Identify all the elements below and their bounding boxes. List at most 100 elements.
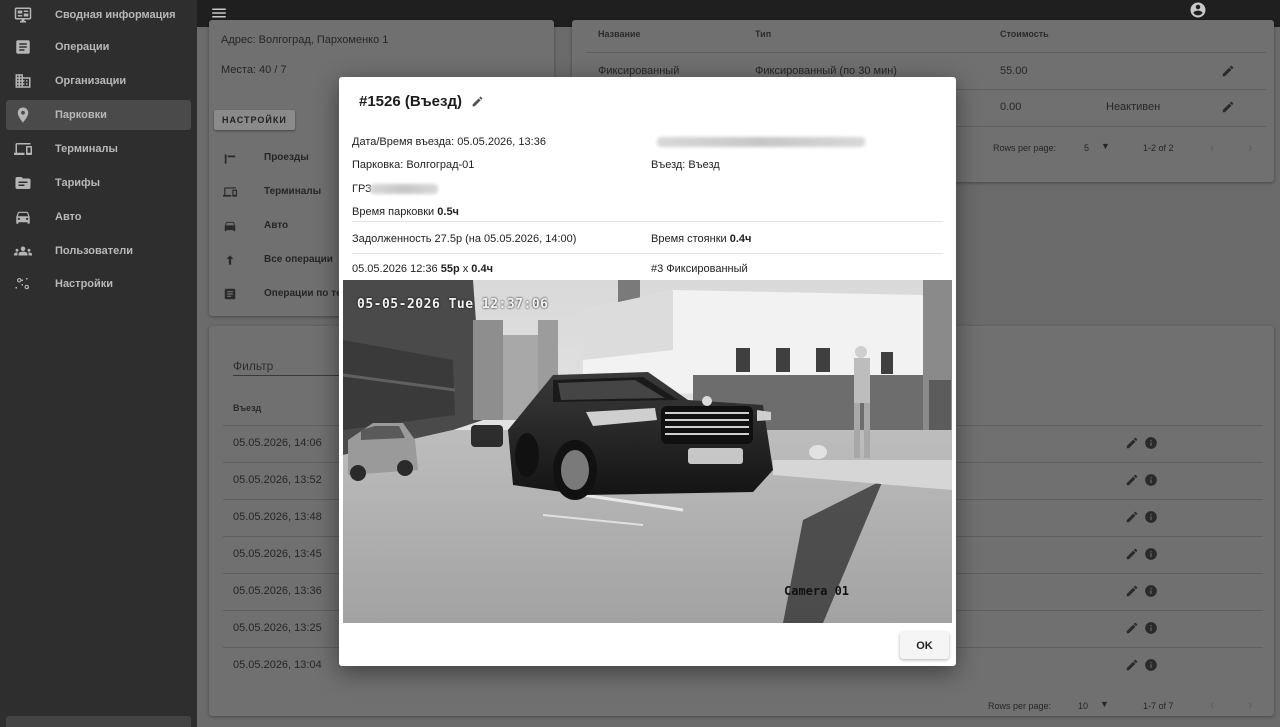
sidebar-item-settings[interactable]: Настройки xyxy=(6,269,191,299)
redacted-plate xyxy=(370,184,438,194)
parking-time: Время парковки 0.5ч xyxy=(352,206,459,218)
pagination-range: 1-7 of 7 xyxy=(1143,701,1174,711)
camera-image xyxy=(343,280,952,623)
info-icon[interactable] xyxy=(1144,436,1157,449)
pencil-icon[interactable] xyxy=(1221,100,1235,114)
tariff-name: Фиксированный xyxy=(598,65,680,77)
camera-timestamp: 05-05-2026 Tue 12:37:06 xyxy=(357,297,549,312)
operation-entry-time: 05.05.2026, 13:48 xyxy=(233,511,322,523)
rows-per-page-select[interactable]: 5 xyxy=(1084,143,1089,153)
settings-link-terminals[interactable]: Терминалы xyxy=(264,186,321,197)
divider xyxy=(586,52,1266,53)
pencil-icon[interactable] xyxy=(1125,584,1138,597)
next-page-icon[interactable]: › xyxy=(1248,140,1252,155)
divider xyxy=(352,253,943,254)
settings-link-passes[interactable]: Проезды xyxy=(264,152,309,163)
plate-label: ГРЗ xyxy=(352,183,372,195)
sidebar-item-label: Пользователи xyxy=(55,245,134,257)
sidebar-item-label: Операции xyxy=(55,41,110,53)
operation-dialog: #1526 (Въезд) Дата/Время въезда: 05.05.2… xyxy=(339,77,956,666)
account-icon[interactable] xyxy=(1189,1,1207,19)
arrow-up-icon xyxy=(223,253,237,267)
sidebar-item-label: Сводная информация xyxy=(55,9,176,21)
prev-page-icon[interactable]: ‹ xyxy=(1210,697,1214,712)
sidebar-item-dashboard[interactable]: Сводная информация xyxy=(6,0,191,30)
operation-entry-time: 05.05.2026, 13:52 xyxy=(233,474,322,486)
sidebar-item-label: Тарифы xyxy=(55,177,101,189)
chevron-down-icon[interactable]: ▼ xyxy=(1100,699,1109,709)
settings-link-terminal-operations[interactable]: Операции по те xyxy=(264,288,342,299)
sidebar-item-parkings[interactable]: Парковки xyxy=(6,100,191,130)
operation-entry-time: 05.05.2026, 13:36 xyxy=(233,585,322,597)
tariff-cost: 0.00 xyxy=(1000,101,1022,113)
info-icon[interactable] xyxy=(1144,473,1157,486)
filter-underline xyxy=(233,375,339,376)
redacted-id xyxy=(657,137,865,147)
tariff-type: Фиксированный (по 30 мин) xyxy=(755,65,897,77)
devices-icon xyxy=(14,140,32,158)
pagination-range: 1-2 of 2 xyxy=(1143,143,1174,153)
info-icon[interactable] xyxy=(1144,658,1157,671)
sidebar-item-cars[interactable]: Авто xyxy=(6,202,191,232)
camera-label: Camera 01 xyxy=(784,584,850,598)
charge-multiplier: х xyxy=(462,263,469,275)
sidebar: Сводная информация Операции Организации … xyxy=(0,0,197,727)
sidebar-footer xyxy=(6,716,191,727)
settings-link-all-operations[interactable]: Все операции xyxy=(264,254,333,265)
pencil-icon[interactable] xyxy=(1125,473,1138,486)
charge-duration: 0.4ч xyxy=(471,263,493,275)
sidebar-item-label: Терминалы xyxy=(55,143,118,155)
info-icon[interactable] xyxy=(1144,510,1157,523)
column-header-cost: Стоимость xyxy=(1000,29,1049,39)
sidebar-item-label: Настройки xyxy=(55,278,114,290)
dashboard-icon xyxy=(14,6,32,24)
column-header-name: Название xyxy=(598,29,641,39)
info-icon[interactable] xyxy=(1144,584,1157,597)
folder-icon xyxy=(14,174,32,192)
charge-datetime: 05.05.2026 12:36 xyxy=(352,263,438,275)
operation-entry-time: 05.05.2026, 13:25 xyxy=(233,622,322,634)
tariff-cost: 55.00 xyxy=(1000,65,1028,77)
dialog-title: #1526 (Въезд) xyxy=(359,93,462,110)
sidebar-item-organizations[interactable]: Организации xyxy=(6,66,191,96)
pencil-icon[interactable] xyxy=(1125,547,1138,560)
next-page-icon[interactable]: › xyxy=(1248,697,1252,712)
sidebar-item-tariffs[interactable]: Тарифы xyxy=(6,168,191,198)
ok-button[interactable]: OK xyxy=(900,632,949,659)
rows-per-page-select[interactable]: 10 xyxy=(1078,701,1088,711)
parking-places: Места: 40 / 7 xyxy=(221,64,287,76)
filter-input[interactable]: Фильтр xyxy=(233,359,273,373)
pencil-icon[interactable] xyxy=(471,95,484,108)
sidebar-item-label: Авто xyxy=(55,211,82,223)
info-icon[interactable] xyxy=(1144,621,1157,634)
stay-time: Время стоянки 0.4ч xyxy=(651,233,751,245)
settings-icon xyxy=(14,275,32,293)
chevron-down-icon[interactable]: ▼ xyxy=(1101,141,1110,151)
tariff-name: #3 Фиксированный xyxy=(651,263,748,275)
operation-entry-time: 05.05.2026, 13:45 xyxy=(233,548,322,560)
list-icon xyxy=(14,38,32,56)
pencil-icon[interactable] xyxy=(1125,510,1138,523)
pencil-icon[interactable] xyxy=(1125,436,1138,449)
prev-page-icon[interactable]: ‹ xyxy=(1210,140,1214,155)
rows-per-page-label: Rows per page: xyxy=(993,143,1057,153)
sidebar-item-users[interactable]: Пользователи xyxy=(6,236,191,266)
pencil-icon[interactable] xyxy=(1125,621,1138,634)
info-icon[interactable] xyxy=(1144,547,1157,560)
pencil-icon[interactable] xyxy=(1221,64,1235,78)
barrier-icon xyxy=(223,152,237,166)
operation-entry-time: 05.05.2026, 13:04 xyxy=(233,659,322,671)
list-icon xyxy=(223,287,237,301)
debt-info: Задолженность 27.5р (на 05.05.2026, 14:0… xyxy=(352,233,577,245)
sidebar-item-terminals[interactable]: Терминалы xyxy=(6,134,191,164)
car-icon xyxy=(14,208,32,226)
pencil-icon[interactable] xyxy=(1125,658,1138,671)
settings-link-cars[interactable]: Авто xyxy=(264,220,288,231)
car-icon xyxy=(223,219,237,233)
column-header-entry: Въезд xyxy=(233,403,262,413)
parking-time-label: Время парковки xyxy=(352,206,435,218)
sidebar-item-operations[interactable]: Операции xyxy=(6,32,191,62)
divider xyxy=(352,221,943,222)
building-icon xyxy=(14,72,32,90)
settings-button[interactable]: НАСТРОЙКИ xyxy=(214,110,295,130)
